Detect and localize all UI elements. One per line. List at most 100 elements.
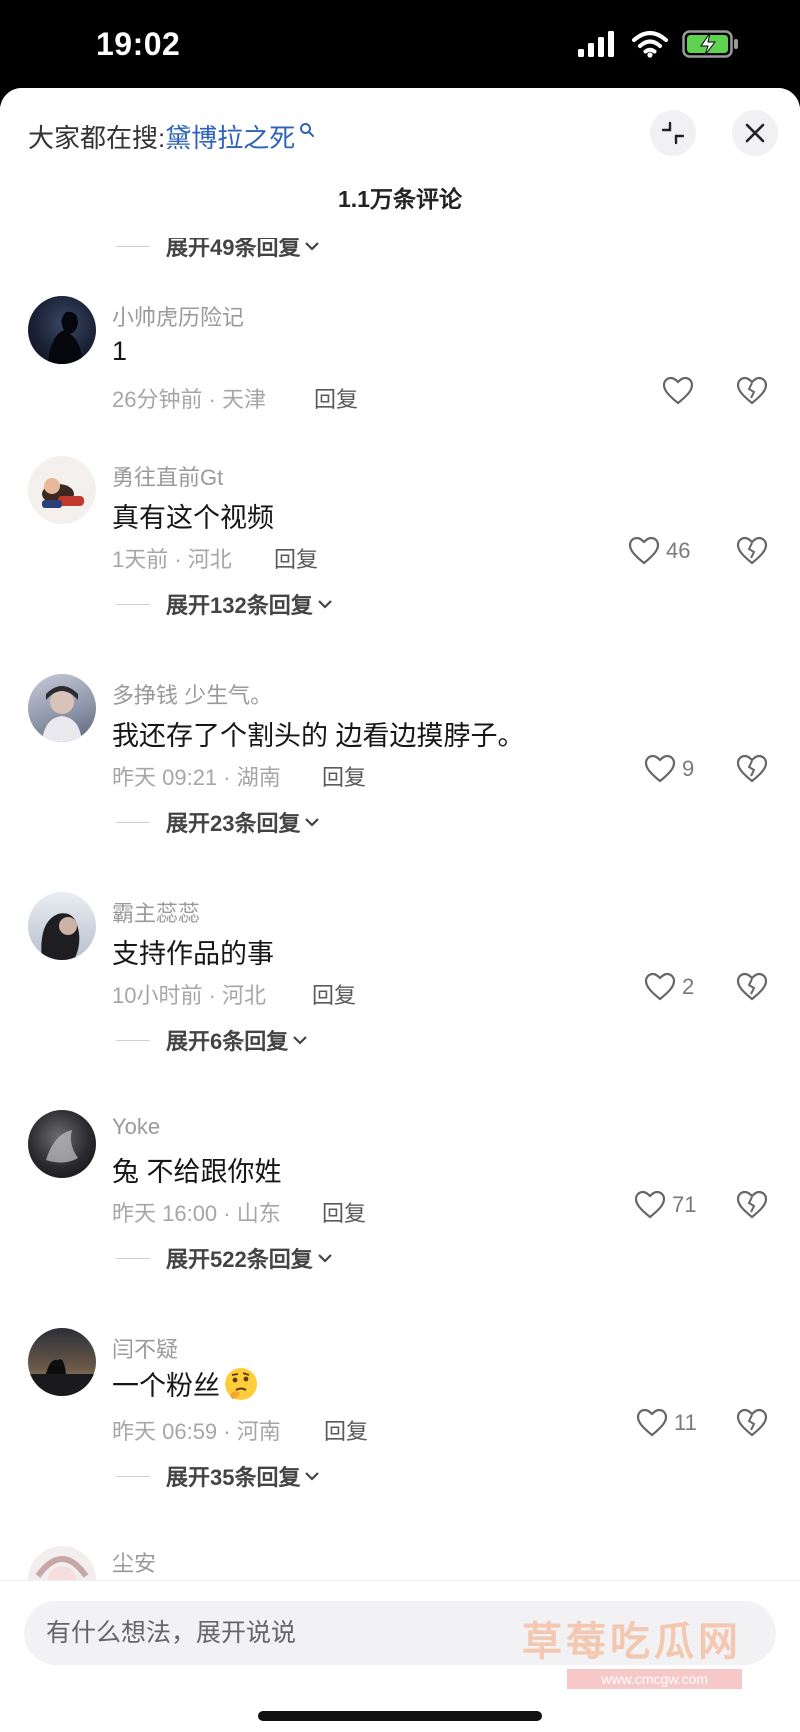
broken-heart-icon: [736, 754, 768, 783]
expand-replies-button[interactable]: 展开23条回复: [116, 806, 320, 838]
expand-replies-label: 展开132条回复: [166, 593, 313, 618]
comment-input-container[interactable]: 草莓吃瓜网 www.cmcgw.com: [24, 1601, 776, 1689]
username[interactable]: 闫不疑: [112, 1332, 178, 1364]
expand-replies-button[interactable]: 展开132条回复: [116, 588, 333, 620]
comment-meta: 26分钟前 · 天津: [112, 387, 267, 412]
like-button[interactable]: [662, 376, 700, 406]
collapse-button[interactable]: [650, 110, 696, 156]
battery-charging-icon: [682, 30, 738, 58]
reply-button[interactable]: 回复: [324, 1414, 368, 1446]
avatar[interactable]: [28, 1110, 96, 1178]
avatar[interactable]: [28, 892, 96, 960]
hot-search[interactable]: 大家都在搜: 黛博拉之死: [28, 118, 315, 155]
like-button[interactable]: 9: [644, 754, 694, 784]
close-icon: [745, 123, 765, 143]
collapse-icon: [661, 121, 685, 145]
hot-search-term[interactable]: 黛博拉之死: [165, 118, 295, 155]
like-count: 46: [666, 538, 691, 563]
like-count: 71: [672, 1192, 697, 1217]
chevron-down-icon: [317, 1254, 332, 1263]
watermark: 草莓吃瓜网 www.cmcgw.com: [522, 1609, 742, 1689]
divider-line: [116, 603, 150, 605]
username[interactable]: 多挣钱 少生气。: [112, 678, 272, 710]
chevron-down-icon: [305, 1472, 320, 1481]
like-count: 2: [682, 974, 695, 999]
heart-icon: [644, 972, 676, 1001]
reply-button[interactable]: 回复: [322, 760, 366, 792]
home-indicator: [258, 1711, 542, 1721]
username[interactable]: 小帅虎历险记: [112, 300, 244, 332]
avatar[interactable]: [28, 296, 96, 364]
like-button[interactable]: 71: [634, 1190, 696, 1220]
avatar[interactable]: [28, 1328, 96, 1396]
comment-item: 小帅虎历险记 1 26分钟前 · 天津 回复: [0, 296, 800, 456]
expand-replies-button[interactable]: 展开35条回复: [116, 1460, 320, 1492]
username[interactable]: 尘安: [112, 1546, 156, 1578]
comment-item: 多挣钱 少生气。 我还存了个割头的 边看边摸脖子。 昨天 09:21 · 湖南 …: [0, 674, 800, 884]
avatar[interactable]: [28, 456, 96, 524]
reply-button[interactable]: 回复: [312, 978, 356, 1010]
heart-icon: [628, 536, 660, 565]
dislike-button[interactable]: [736, 536, 768, 570]
expand-replies-button[interactable]: 展开6条回复: [116, 1024, 308, 1056]
comment-sheet: 展开49条回复 小帅虎历险记 1 26分钟前 · 天津 回复 勇往直前Gt 真有…: [0, 88, 800, 1732]
heart-icon: [634, 1190, 666, 1219]
username[interactable]: 霸主蕊蕊: [112, 896, 200, 928]
comment-text: 兔 不给跟你姓: [112, 1157, 282, 1187]
expand-replies-label: 展开522条回复: [166, 1247, 313, 1272]
comment-meta: 1天前 · 河北: [112, 547, 232, 572]
reply-button[interactable]: 回复: [274, 542, 318, 574]
status-time: 19:02: [96, 26, 181, 62]
expand-replies-label: 展开35条回复: [166, 1465, 301, 1490]
comment-meta: 昨天 16:00 · 山东: [112, 1201, 281, 1226]
cellular-signal-icon: [578, 31, 614, 57]
dislike-button[interactable]: [736, 754, 768, 788]
divider-line: [116, 245, 150, 247]
broken-heart-icon: [736, 1190, 768, 1219]
thinking-emoji-icon: [225, 1367, 257, 1400]
dislike-button[interactable]: [736, 376, 768, 410]
heart-icon: [662, 376, 694, 405]
comment-meta: 昨天 09:21 · 湖南: [112, 765, 281, 790]
reply-button[interactable]: 回复: [314, 382, 358, 414]
dislike-button[interactable]: [736, 1408, 768, 1442]
close-button[interactable]: [732, 110, 778, 156]
broken-heart-icon: [736, 536, 768, 565]
divider-line: [116, 1257, 150, 1259]
comment-item: 霸主蕊蕊 支持作品的事 10小时前 · 河北 回复 2 展开6条回复: [0, 892, 800, 1102]
like-button[interactable]: 11: [636, 1408, 697, 1438]
username[interactable]: 勇往直前Gt: [112, 460, 223, 492]
chevron-down-icon: [317, 600, 332, 609]
wifi-icon: [632, 31, 668, 58]
avatar[interactable]: [28, 674, 96, 742]
avatar[interactable]: [28, 1546, 96, 1580]
dislike-button[interactable]: [736, 972, 768, 1006]
like-button[interactable]: 2: [644, 972, 694, 1002]
expand-replies-button[interactable]: 展开522条回复: [116, 1242, 333, 1274]
watermark-url: www.cmcgw.com: [567, 1669, 742, 1689]
username[interactable]: Yoke: [112, 1114, 160, 1140]
comment-item: Yoke 兔 不给跟你姓 昨天 16:00 · 山东 回复 71 展开522条回…: [0, 1110, 800, 1320]
divider-line: [116, 1039, 150, 1041]
chevron-down-icon: [293, 1036, 308, 1045]
comment-text: 我还存了个割头的 边看边摸脖子。: [112, 721, 525, 751]
like-button[interactable]: 46: [628, 536, 690, 566]
expand-replies-label: 展开23条回复: [166, 811, 301, 836]
status-icons: [578, 30, 740, 58]
comment-input[interactable]: [46, 1601, 526, 1665]
comment-text: 真有这个视频: [112, 503, 274, 533]
chevron-down-icon: [305, 818, 320, 827]
comment-count: 1.1万条评论: [338, 186, 462, 212]
divider-line: [116, 821, 150, 823]
dislike-button[interactable]: [736, 1190, 768, 1224]
broken-heart-icon: [736, 1408, 768, 1437]
chevron-down-icon: [305, 242, 320, 251]
like-count: 11: [674, 1410, 697, 1435]
comment-text: 一个粉丝: [112, 1364, 260, 1403]
comment-item: 尘安: [0, 1546, 800, 1580]
comment-text-content: 一个粉丝: [112, 1371, 220, 1401]
like-count: 9: [682, 756, 695, 781]
comment-list[interactable]: 展开49条回复 小帅虎历险记 1 26分钟前 · 天津 回复 勇往直前Gt 真有…: [0, 88, 800, 1580]
reply-button[interactable]: 回复: [322, 1196, 366, 1228]
heart-icon: [636, 1408, 668, 1437]
